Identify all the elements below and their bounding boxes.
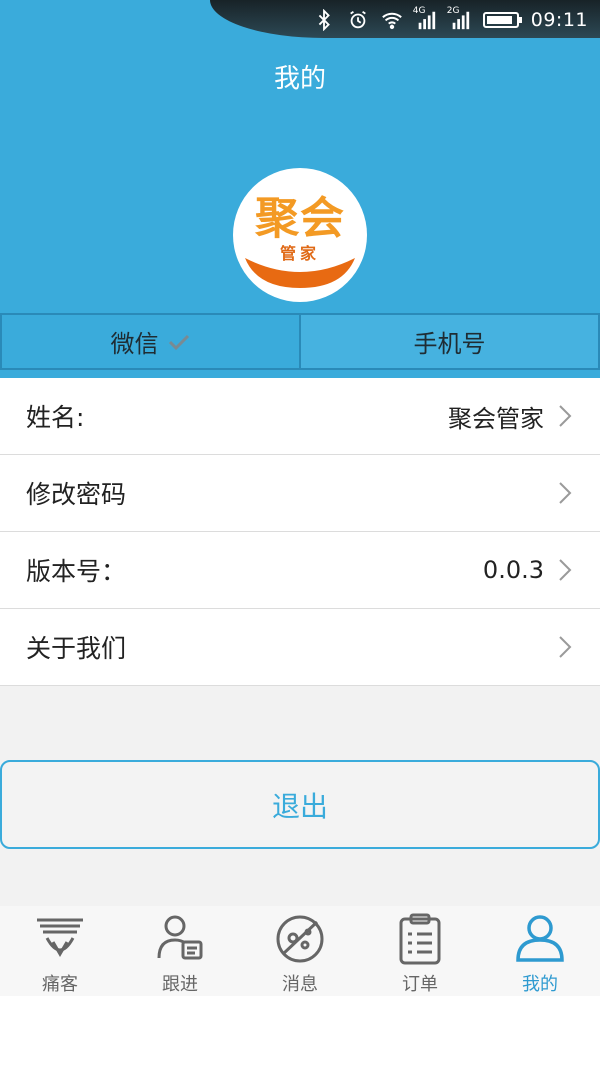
settings-row-change-password[interactable]: 修改密码 [0,455,600,532]
planet-icon [276,915,324,963]
app-logo: 聚会 管家 [233,168,367,302]
row-label: 姓名: [26,403,85,432]
nav-item-followup[interactable]: 跟进 [120,906,240,996]
person-icon [516,915,564,962]
shield-icon [37,918,83,957]
nav-item-orders[interactable]: 订单 [360,906,480,996]
clipboard-icon [399,913,441,965]
tab-wechat[interactable]: 微信 [0,313,301,370]
battery-fill [486,16,512,24]
nav-item-tongke[interactable]: 痛客 [0,906,120,996]
signal-icon: 4G [413,6,437,31]
chevron-right-icon [559,559,572,581]
bottom-nav: 痛客 跟进 消息 订单 我的 [0,906,600,996]
row-value: 0.0.3 [482,556,544,584]
nav-label: 消息 [282,974,318,995]
status-time: 09:11 [530,9,588,31]
chevron-right-icon [559,405,572,427]
login-type-tabs: 微信 手机号 [0,313,600,370]
user-card-icon [157,915,203,960]
row-label: 关于我们 [26,634,127,663]
nav-label: 跟进 [162,974,198,995]
tab-phone[interactable]: 手机号 [301,313,600,370]
settings-row-name[interactable]: 姓名: 聚会管家 [0,378,600,455]
chevron-right-icon [559,636,572,658]
nav-label: 痛客 [42,974,78,995]
nav-item-mine[interactable]: 我的 [480,906,600,996]
checkmark-icon [168,334,189,350]
settings-list: 姓名: 聚会管家 修改密码 版本号： 0.0.3 关于我们 [0,378,600,686]
logo-smile-icon [245,258,355,288]
signal-icon: 2G [447,6,471,31]
row-value: 聚会管家 [448,404,544,433]
row-label: 版本号： [26,557,127,586]
nav-label: 订单 [402,974,438,995]
profile-header: 4G 2G 09:11 我的 聚会 管家 微信 手机号 [0,0,600,378]
logout-button[interactable]: 退出 [0,760,600,849]
nav-label: 我的 [522,974,558,995]
battery-icon [482,12,522,28]
status-bar: 4G 2G 09:11 [0,0,600,40]
logo-main-text: 聚会 [255,193,345,244]
row-label: 修改密码 [26,480,127,509]
nav-item-messages[interactable]: 消息 [240,906,360,996]
wifi-icon [381,9,403,31]
settings-row-version[interactable]: 版本号： 0.0.3 [0,532,600,609]
page-title: 我的 [273,64,326,94]
tab-phone-label: 手机号 [413,330,486,358]
chevron-right-icon [559,482,572,504]
settings-row-about[interactable]: 关于我们 [0,609,600,686]
alarm-icon [347,9,369,31]
tab-wechat-label: 微信 [110,330,159,358]
bluetooth-icon [313,9,335,31]
